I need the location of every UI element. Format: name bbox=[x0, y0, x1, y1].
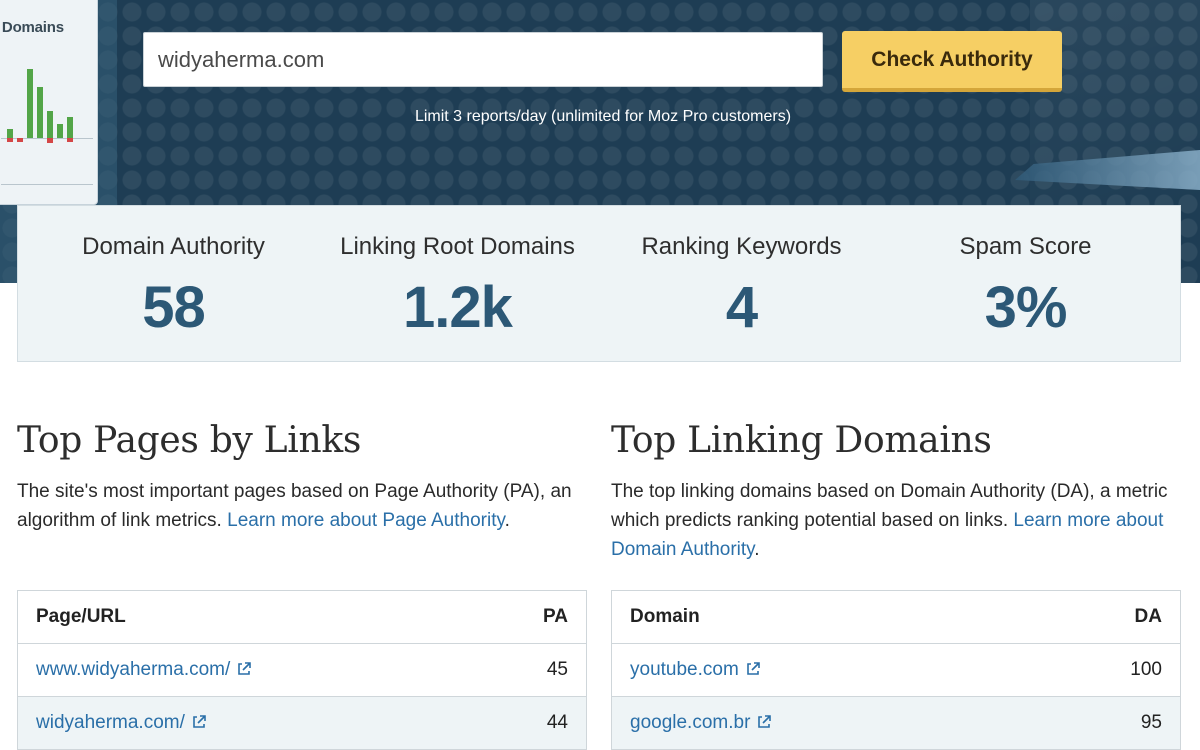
page-authority-value: 44 bbox=[546, 712, 568, 733]
report-limit-text: Limit 3 reports/day (unlimited for Moz P… bbox=[414, 108, 792, 125]
external-link-icon[interactable] bbox=[745, 661, 761, 677]
preview-bar bbox=[47, 138, 53, 143]
column-header-domain: Domain bbox=[630, 606, 700, 627]
domain-search-input[interactable] bbox=[143, 32, 823, 87]
external-link-icon[interactable] bbox=[756, 714, 772, 730]
learn-more-page-authority-link[interactable]: Learn more about Page Authority bbox=[227, 510, 504, 531]
metric-label: Domain Authority bbox=[82, 233, 265, 260]
check-authority-button[interactable]: Check Authority bbox=[842, 31, 1062, 92]
metric-value: 58 bbox=[142, 275, 206, 340]
metric-label: Linking Root Domains bbox=[340, 233, 575, 260]
metric-label: Spam Score bbox=[959, 233, 1092, 260]
preview-bar bbox=[7, 129, 13, 138]
preview-bar bbox=[47, 111, 53, 138]
table-row: www.widyaherma.com/ 45 bbox=[18, 644, 586, 697]
metric-ranking-keywords: Ranking Keywords 4 bbox=[596, 206, 887, 363]
table-row: widyaherma.com/ 44 bbox=[18, 697, 586, 750]
domain-link[interactable]: youtube.com bbox=[630, 659, 739, 680]
preview-divider bbox=[1, 184, 93, 185]
preview-bar bbox=[67, 138, 73, 142]
top-pages-title: Top Pages by Links bbox=[17, 420, 362, 461]
metric-value: 3% bbox=[984, 275, 1068, 340]
page-url-link[interactable]: widyaherma.com/ bbox=[36, 712, 185, 733]
metric-label: Ranking Keywords bbox=[641, 233, 842, 260]
column-header-page-url: Page/URL bbox=[36, 606, 126, 627]
external-link-icon[interactable] bbox=[191, 714, 207, 730]
preview-bar bbox=[37, 87, 43, 138]
metric-value: 4 bbox=[725, 275, 758, 340]
metrics-panel: Domain Authority 58 Linking Root Domains… bbox=[17, 205, 1181, 362]
preview-card-title: g Domains bbox=[0, 19, 64, 36]
metric-linking-root-domains: Linking Root Domains 1.2k bbox=[312, 206, 603, 363]
preview-bar bbox=[27, 69, 33, 138]
page-authority-value: 45 bbox=[546, 659, 568, 680]
preview-bar bbox=[57, 124, 63, 138]
external-link-icon[interactable] bbox=[236, 661, 252, 677]
table-row: youtube.com 100 bbox=[612, 644, 1180, 697]
table-header: Page/URL PA bbox=[18, 591, 586, 644]
preview-bar bbox=[7, 138, 13, 142]
domain-authority-value: 100 bbox=[1130, 659, 1162, 680]
desc-period: . bbox=[754, 539, 760, 560]
domain-authority-value: 95 bbox=[1140, 712, 1162, 733]
top-pages-table: Page/URL PA www.widyaherma.com/ 45 widya… bbox=[17, 590, 587, 750]
domain-link[interactable]: google.com.br bbox=[630, 712, 750, 733]
top-linking-domains-title: Top Linking Domains bbox=[611, 420, 992, 461]
metric-spam-score: Spam Score 3% bbox=[880, 206, 1171, 363]
page-url-link[interactable]: www.widyaherma.com/ bbox=[36, 659, 230, 680]
preview-bar bbox=[67, 117, 73, 138]
table-row: google.com.br 95 bbox=[612, 697, 1180, 750]
top-domains-table: Domain DA youtube.com 100 google.com.br … bbox=[611, 590, 1181, 750]
top-domains-description: The top linking domains based on Domain … bbox=[611, 477, 1171, 564]
metric-domain-authority: Domain Authority 58 bbox=[28, 206, 319, 363]
table-header: Domain DA bbox=[612, 591, 1180, 644]
column-header-da: DA bbox=[1134, 606, 1162, 627]
preview-bar bbox=[17, 138, 23, 142]
desc-period: . bbox=[504, 510, 510, 531]
metric-value: 1.2k bbox=[403, 275, 513, 340]
preview-chart-card: g Domains bbox=[0, 0, 98, 205]
top-pages-description: The site's most important pages based on… bbox=[17, 477, 577, 535]
column-header-pa: PA bbox=[543, 606, 568, 627]
